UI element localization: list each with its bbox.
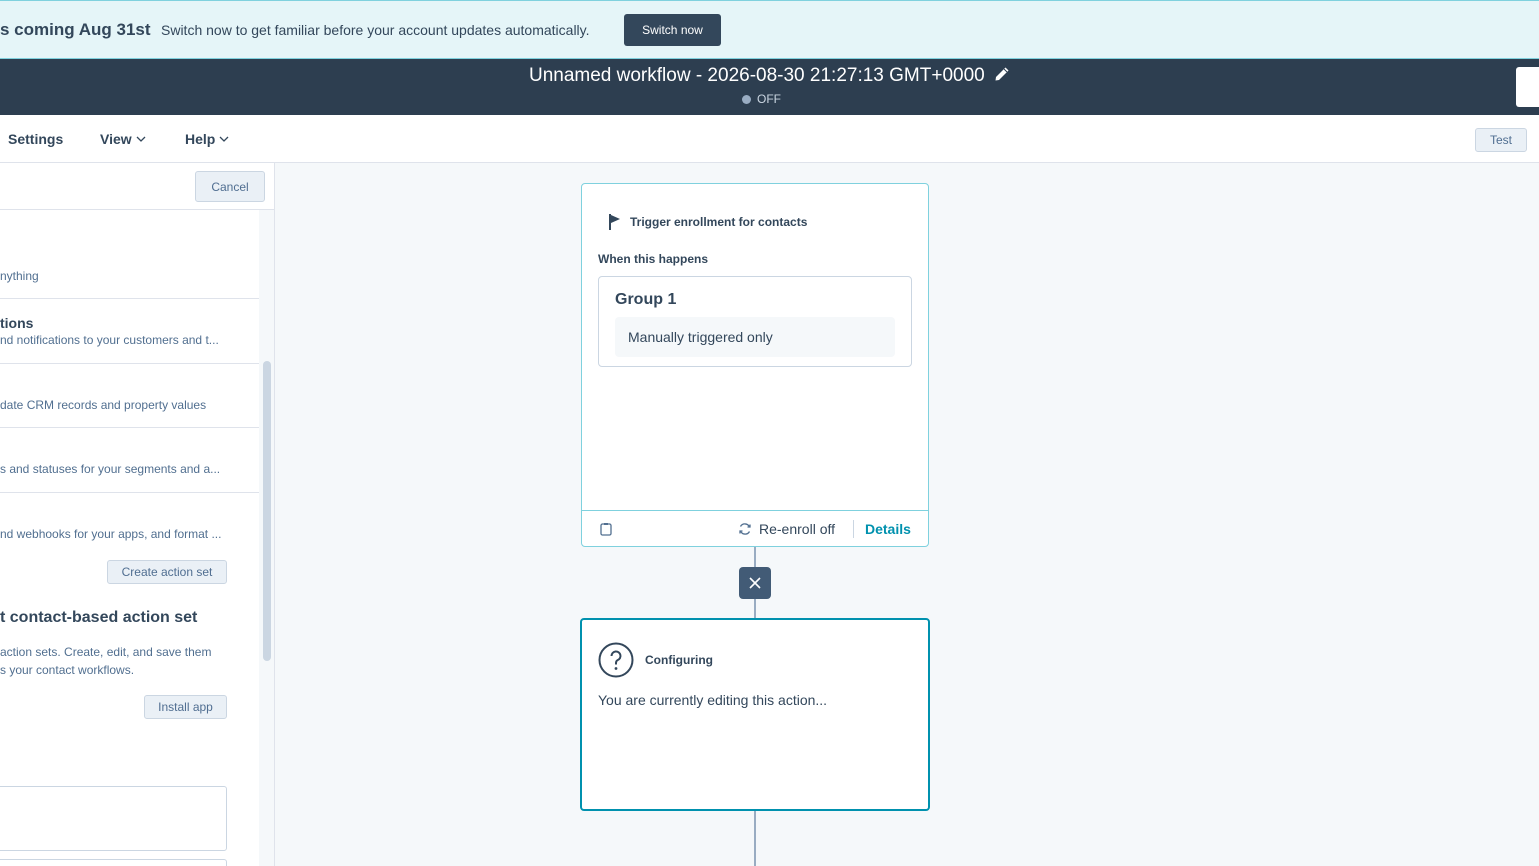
menu-view-label: View — [100, 131, 132, 147]
group-condition: Manually triggered only — [615, 317, 895, 357]
install-app-button[interactable]: Install app — [144, 695, 227, 719]
category-desc: date CRM records and property values — [0, 398, 207, 412]
category-item[interactable]: nything — [0, 210, 259, 299]
section-title: t contact-based action set — [0, 609, 198, 626]
trigger-footer: Re-enroll off Details — [582, 510, 928, 546]
remove-action-button[interactable] — [739, 567, 771, 599]
connector-line — [754, 811, 756, 866]
category-item[interactable]: s and statuses for your segments and a..… — [0, 428, 259, 493]
header-action-button[interactable] — [1516, 67, 1539, 107]
action-panel: Cancel nything tions nd notifications to… — [0, 163, 275, 866]
chevron-down-icon — [219, 136, 229, 142]
menu-help-label: Help — [185, 131, 216, 147]
connector-line — [754, 547, 756, 567]
close-icon — [749, 577, 761, 589]
trigger-group[interactable]: Group 1 Manually triggered only — [598, 276, 912, 367]
category-title: tions — [0, 315, 34, 331]
trigger-card[interactable]: Trigger enrollment for contacts When thi… — [581, 183, 929, 547]
section-desc-line1: action sets. Create, edit, and save them — [0, 645, 212, 659]
question-icon — [598, 642, 634, 678]
category-desc: nd notifications to your customers and t… — [0, 333, 219, 347]
pencil-icon[interactable] — [994, 66, 1010, 82]
input-box[interactable] — [0, 786, 227, 851]
configuring-text: You are currently editing this action... — [598, 692, 828, 708]
when-label: When this happens — [598, 252, 709, 266]
clipboard-icon[interactable] — [600, 522, 612, 536]
create-action-set-button[interactable]: Create action set — [107, 560, 227, 584]
category-item[interactable]: tions nd notifications to your customers… — [0, 299, 259, 364]
details-link[interactable]: Details — [865, 521, 911, 537]
input-box[interactable] — [0, 859, 227, 866]
banner-title: s coming Aug 31st — [0, 20, 151, 39]
section-desc-line2: s your contact workflows. — [0, 663, 135, 677]
reenroll-toggle[interactable]: Re-enroll off — [738, 521, 835, 537]
workflow-title: Unnamed workflow - 2026-08-30 21:27:13 G… — [528, 65, 985, 86]
status-dot-icon — [742, 94, 751, 104]
menu-help[interactable]: Help — [185, 131, 229, 147]
menu-view[interactable]: View — [100, 131, 146, 147]
category-item[interactable]: date CRM records and property values — [0, 364, 259, 428]
trigger-heading-label: Trigger enrollment for contacts — [630, 215, 808, 229]
menu-bar: Settings View Help Test — [0, 115, 1539, 163]
workflow-title-wrap[interactable]: Unnamed workflow - 2026-08-30 21:27:13 G… — [0, 65, 1539, 87]
workflow-header: Unnamed workflow - 2026-08-30 21:27:13 G… — [0, 59, 1539, 115]
banner-text: Switch now to get familiar before your a… — [161, 22, 590, 38]
announcement-banner: s coming Aug 31st Switch now to get fami… — [0, 0, 1539, 59]
cancel-button[interactable]: Cancel — [195, 171, 265, 202]
menu-settings-label: Settings — [8, 131, 64, 147]
reenroll-label: Re-enroll off — [759, 521, 836, 537]
scrollbar-thumb[interactable] — [263, 361, 271, 661]
group-title: Group 1 — [615, 291, 677, 308]
category-item[interactable]: nd webhooks for your apps, and format ..… — [0, 493, 259, 593]
workflow-status: OFF — [742, 92, 781, 106]
chevron-down-icon — [136, 136, 146, 142]
configuring-label: Configuring — [645, 653, 713, 667]
menu-settings[interactable]: Settings — [8, 131, 63, 147]
status-label: OFF — [757, 92, 781, 106]
switch-now-button[interactable]: Switch now — [624, 14, 721, 46]
test-button[interactable]: Test — [1475, 128, 1527, 152]
flag-icon — [609, 214, 620, 230]
category-desc: nything — [0, 269, 39, 283]
category-desc: nd webhooks for your apps, and format ..… — [0, 527, 222, 541]
configuring-heading: Configuring — [598, 642, 713, 678]
connector-line — [754, 599, 756, 618]
category-desc: s and statuses for your segments and a..… — [0, 462, 221, 476]
panel-header: Cancel — [0, 163, 274, 210]
configuring-card[interactable]: Configuring You are currently editing th… — [580, 618, 930, 811]
refresh-icon — [739, 523, 751, 535]
footer-divider — [853, 520, 854, 538]
trigger-heading: Trigger enrollment for contacts — [608, 214, 807, 230]
